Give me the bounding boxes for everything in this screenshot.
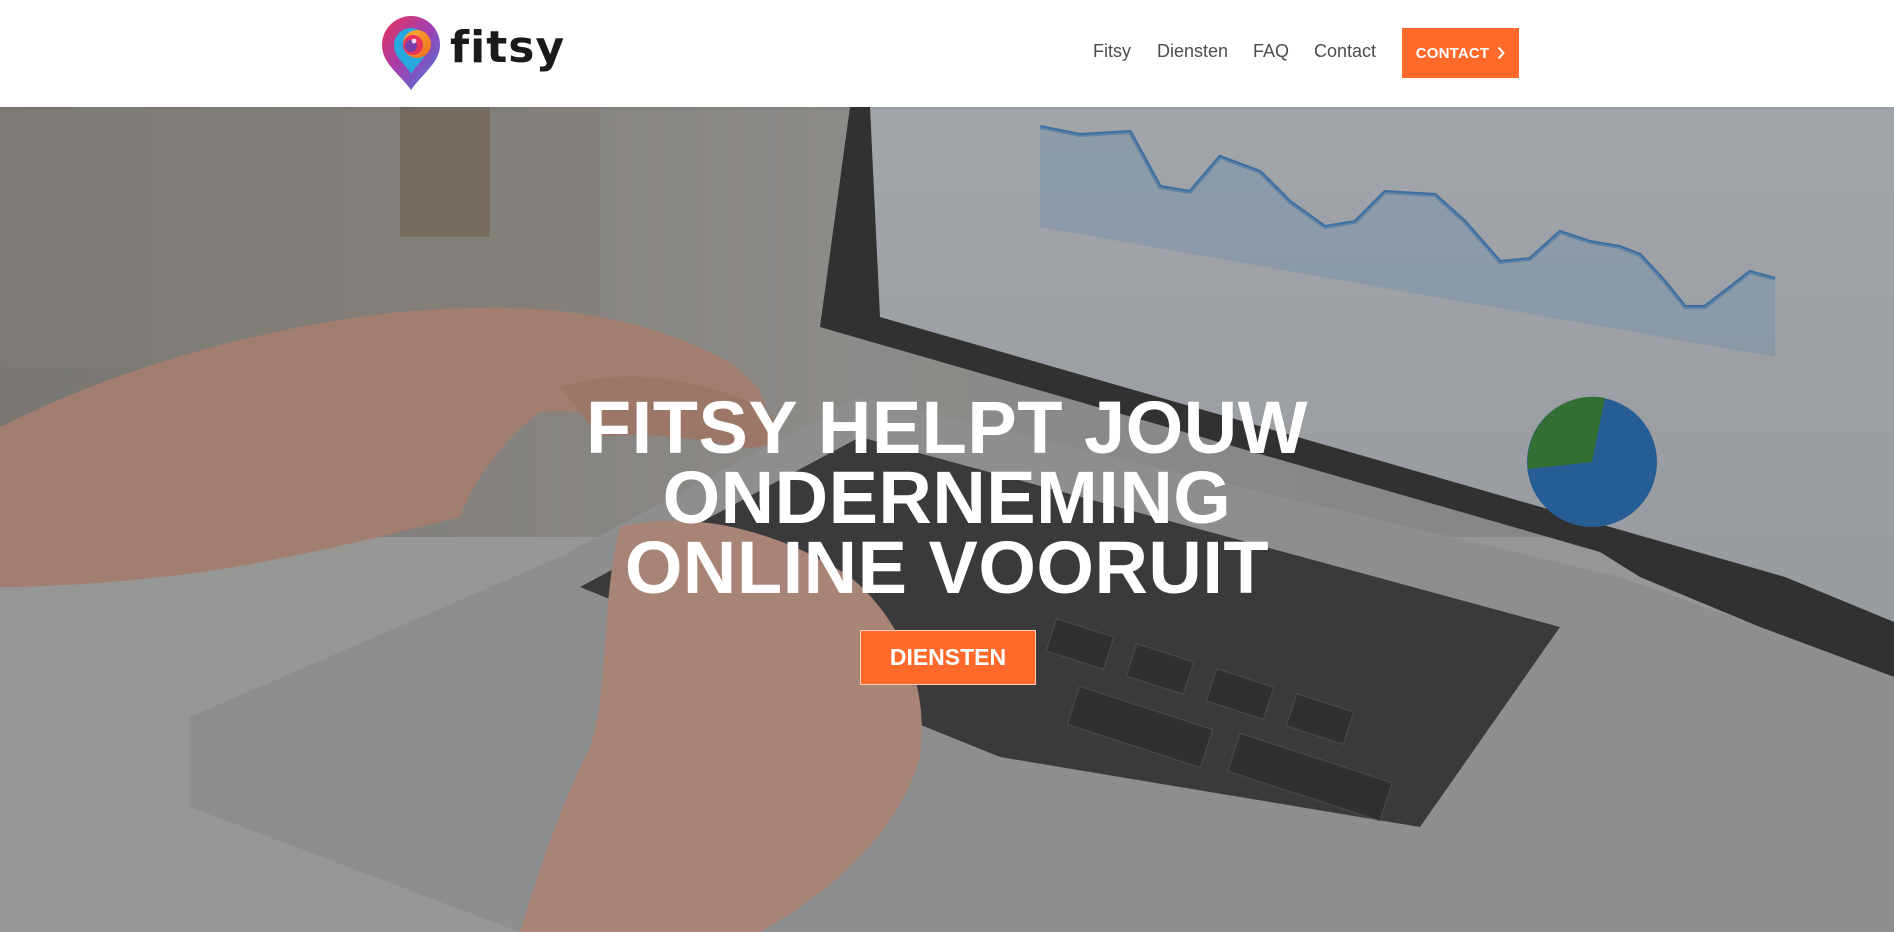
logo-wordmark: fitsy — [450, 22, 566, 73]
nav-item-contact[interactable]: Contact — [1314, 41, 1376, 62]
site-header: fitsy Fitsy Diensten FAQ Contact CONTACT — [0, 0, 1894, 107]
nav-item-fitsy[interactable]: Fitsy — [1093, 41, 1131, 62]
hero-title: FITSY HELPT JOUW ONDERNEMING ONLINE VOOR… — [585, 386, 1309, 609]
contact-button-label: CONTACT — [1415, 44, 1490, 62]
contact-button[interactable]: CONTACT — [1402, 28, 1519, 78]
diensten-button[interactable]: DIENSTEN — [860, 630, 1036, 685]
map-pin-logo-icon — [382, 16, 440, 90]
nav-item-diensten[interactable]: Diensten — [1157, 41, 1228, 62]
logo[interactable]: fitsy — [378, 14, 564, 92]
nav-item-faq[interactable]: FAQ — [1253, 41, 1289, 62]
chevron-right-icon — [1498, 46, 1506, 60]
hero-section: FITSY HELPT JOUW ONDERNEMING ONLINE VOOR… — [0, 107, 1894, 932]
